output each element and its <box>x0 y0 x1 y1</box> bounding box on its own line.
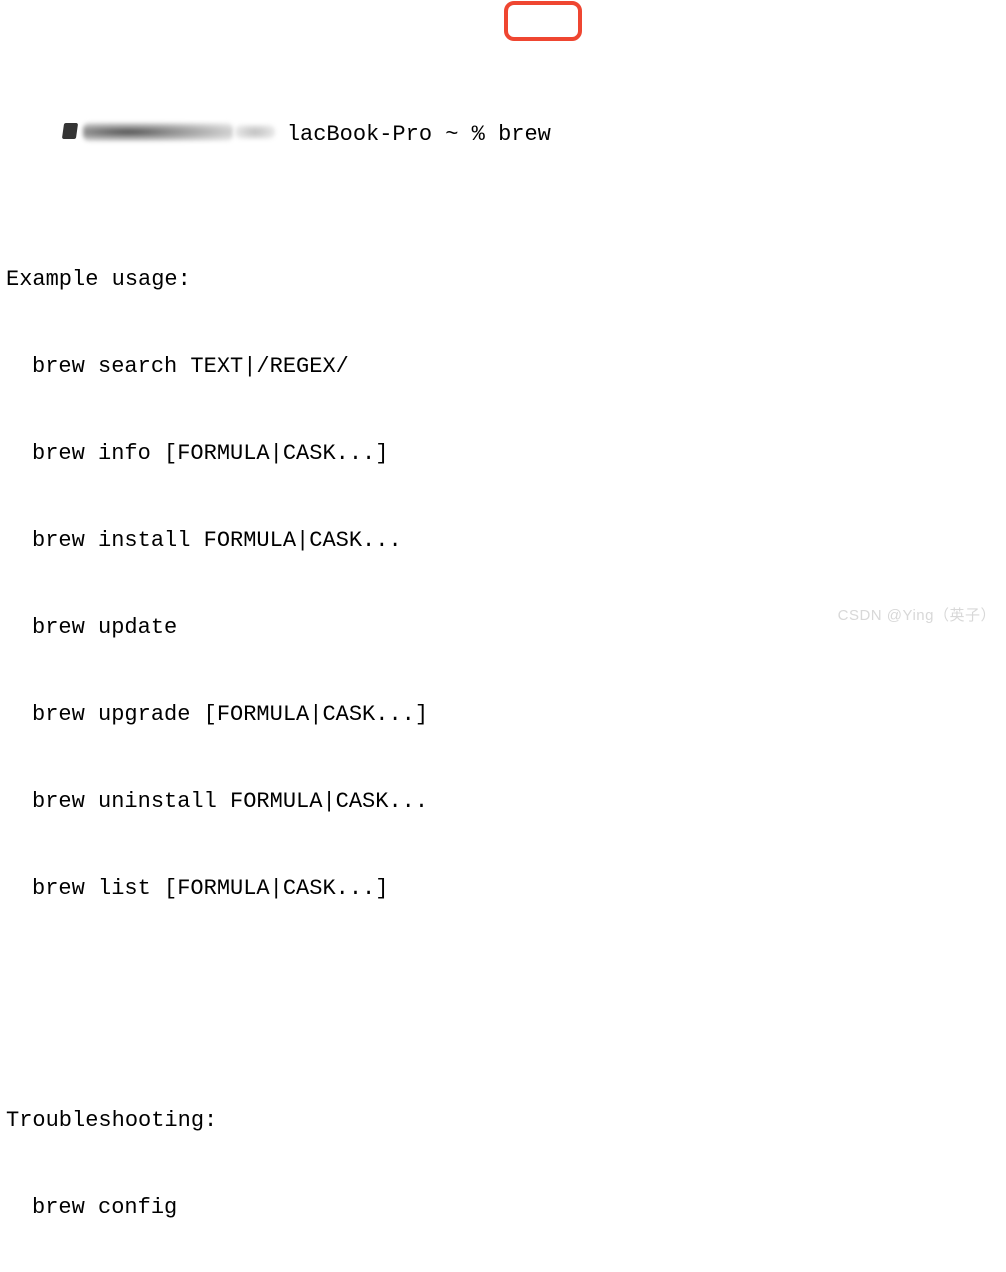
prompt-path: ~ <box>445 122 458 147</box>
terminal-output[interactable]: lacBook-Pro ~ % brew Example usage: brew… <box>6 4 1006 1272</box>
redacted-hostname <box>59 120 287 144</box>
section-header: Troubleshooting: <box>6 1106 1006 1135</box>
host-suffix: lacBook-Pro <box>287 122 432 147</box>
prompt-symbol: % <box>472 122 485 147</box>
output-line: brew install FORMULA|CASK... <box>6 526 1006 555</box>
output-line: brew info [FORMULA|CASK...] <box>6 439 1006 468</box>
section-header: Example usage: <box>6 265 1006 294</box>
output-line: brew upgrade [FORMULA|CASK...] <box>6 700 1006 729</box>
output-line: brew uninstall FORMULA|CASK... <box>6 787 1006 816</box>
typed-command: brew <box>498 122 551 147</box>
output-line: brew search TEXT|/REGEX/ <box>6 352 1006 381</box>
blank-line <box>6 990 1006 1019</box>
prompt-text: lacBook-Pro ~ % brew <box>287 122 551 147</box>
watermark-text: CSDN @Ying（英子） <box>838 601 996 630</box>
prompt-line: lacBook-Pro ~ % brew <box>6 91 1006 178</box>
output-line: brew list [FORMULA|CASK...] <box>6 874 1006 903</box>
output-line: brew config <box>6 1193 1006 1222</box>
